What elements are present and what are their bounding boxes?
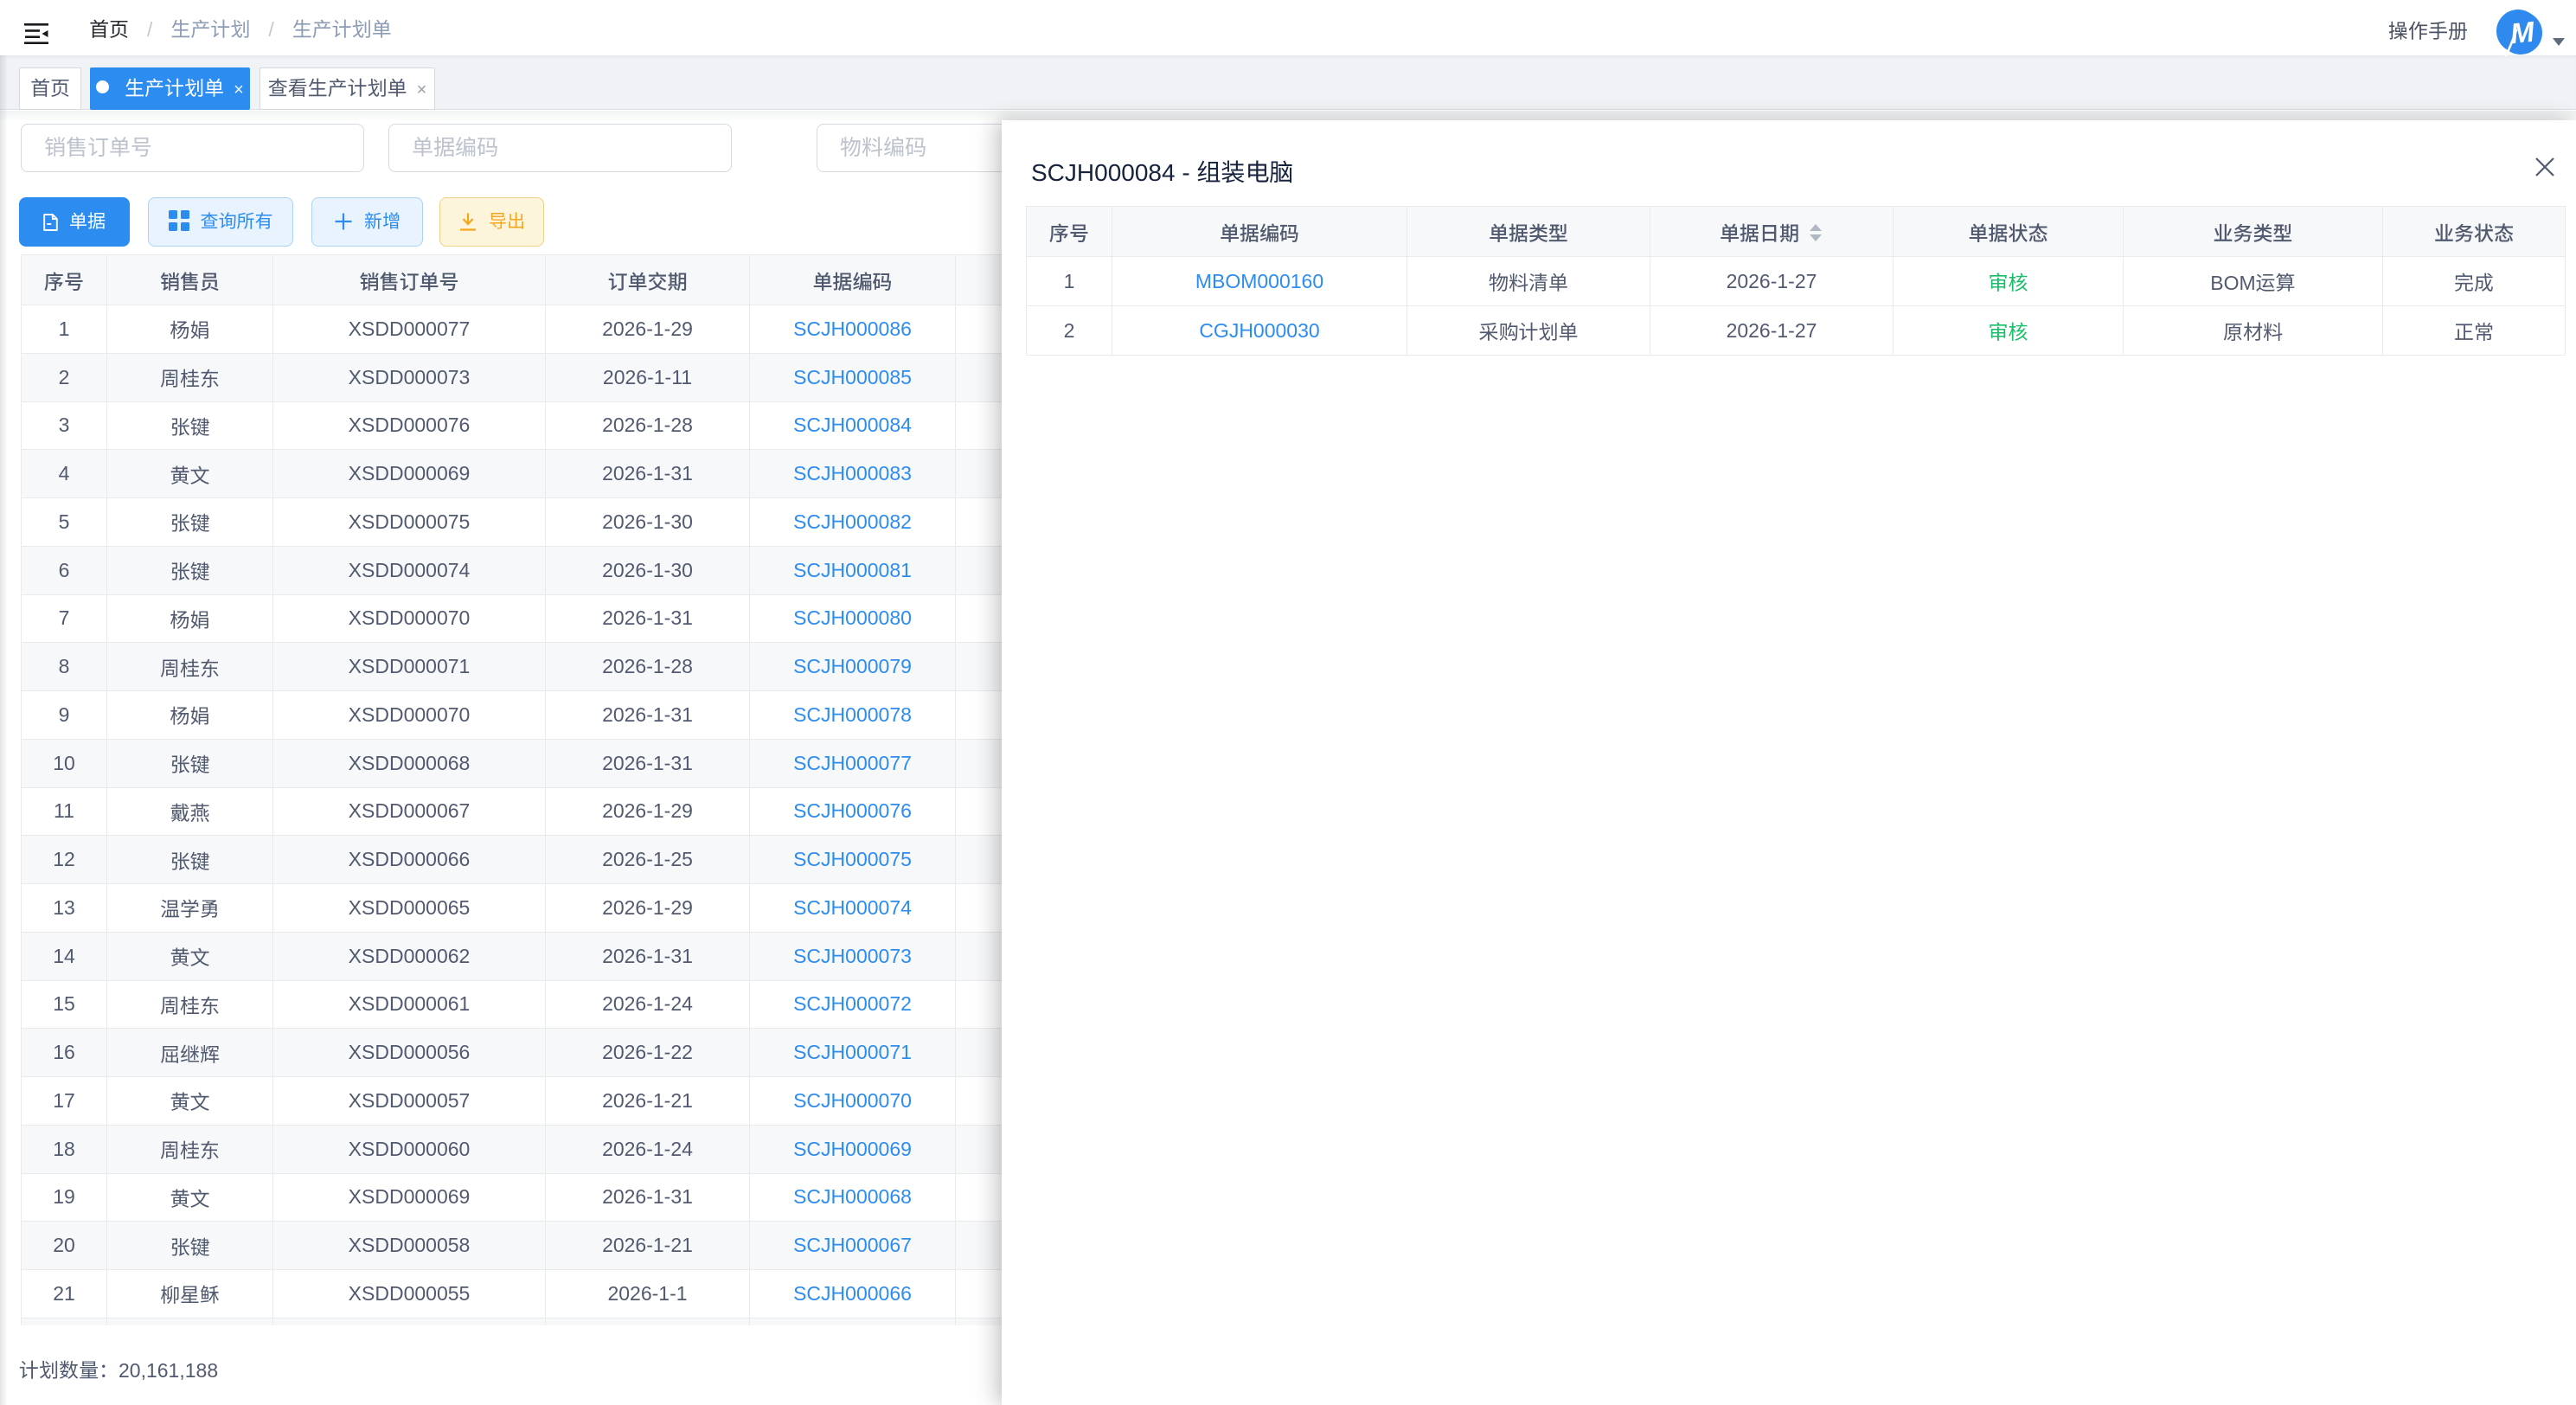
svg-text:M: M [2509,16,2537,50]
